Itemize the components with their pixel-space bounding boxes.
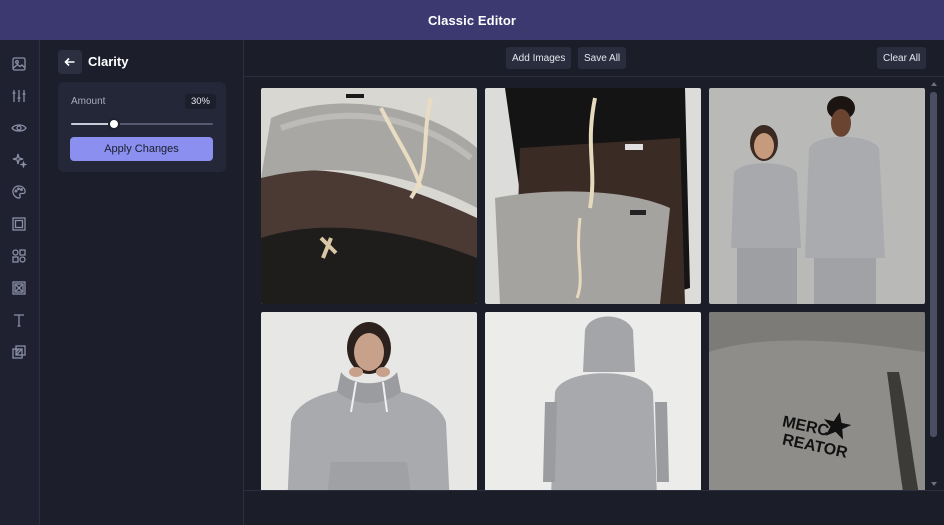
palette-icon[interactable] [9,182,29,202]
save-all-button[interactable]: Save All [578,47,627,69]
slider-thumb[interactable] [107,118,120,130]
bottom-strip [244,490,944,525]
amount-slider[interactable] [71,118,213,130]
scroll-up-arrow[interactable] [931,82,937,86]
amount-value[interactable]: 30% [184,94,216,109]
crop-frame-icon[interactable] [9,278,29,298]
gallery-scrollbar[interactable] [930,82,938,486]
amount-label: Amount [71,96,106,107]
overlay-icon[interactable] [9,342,29,362]
gallery-image-4[interactable] [261,312,477,490]
eye-icon[interactable] [9,118,29,138]
main-area: Add Images Save All Clear All MERC REATO… [244,40,944,525]
apply-changes-button[interactable]: Apply Changes [70,137,213,161]
gallery-image-3[interactable] [709,88,925,304]
sparkles-icon[interactable] [9,150,29,170]
gallery-image-2[interactable] [485,88,701,304]
gallery-image-5[interactable] [485,312,701,490]
frame-icon[interactable] [9,214,29,234]
gallery-toolbar: Add Images Save All Clear All [244,40,944,77]
scroll-down-arrow[interactable] [931,482,937,486]
clarity-card: Amount 30% Apply Changes [58,82,226,172]
image-icon[interactable] [9,54,29,74]
gallery-image-1[interactable] [261,88,477,304]
panel-title: Clarity [88,54,129,69]
shapes-icon[interactable] [9,246,29,266]
scrollbar-thumb[interactable] [930,92,937,437]
adjustment-panel: Clarity Amount 30% Apply Changes [40,40,244,525]
image-gallery: MERC REATOR [244,78,944,490]
gallery-image-6[interactable]: MERC REATOR [709,312,925,490]
back-button[interactable] [58,50,82,74]
text-icon[interactable] [9,310,29,330]
title-bar: Classic Editor [0,0,944,40]
add-images-button[interactable]: Add Images [506,47,572,69]
sliders-icon[interactable] [9,86,29,106]
arrow-left-icon [64,57,75,67]
app-title: Classic Editor [427,12,517,28]
tool-rail [0,40,40,525]
clear-all-button[interactable]: Clear All [877,47,927,69]
